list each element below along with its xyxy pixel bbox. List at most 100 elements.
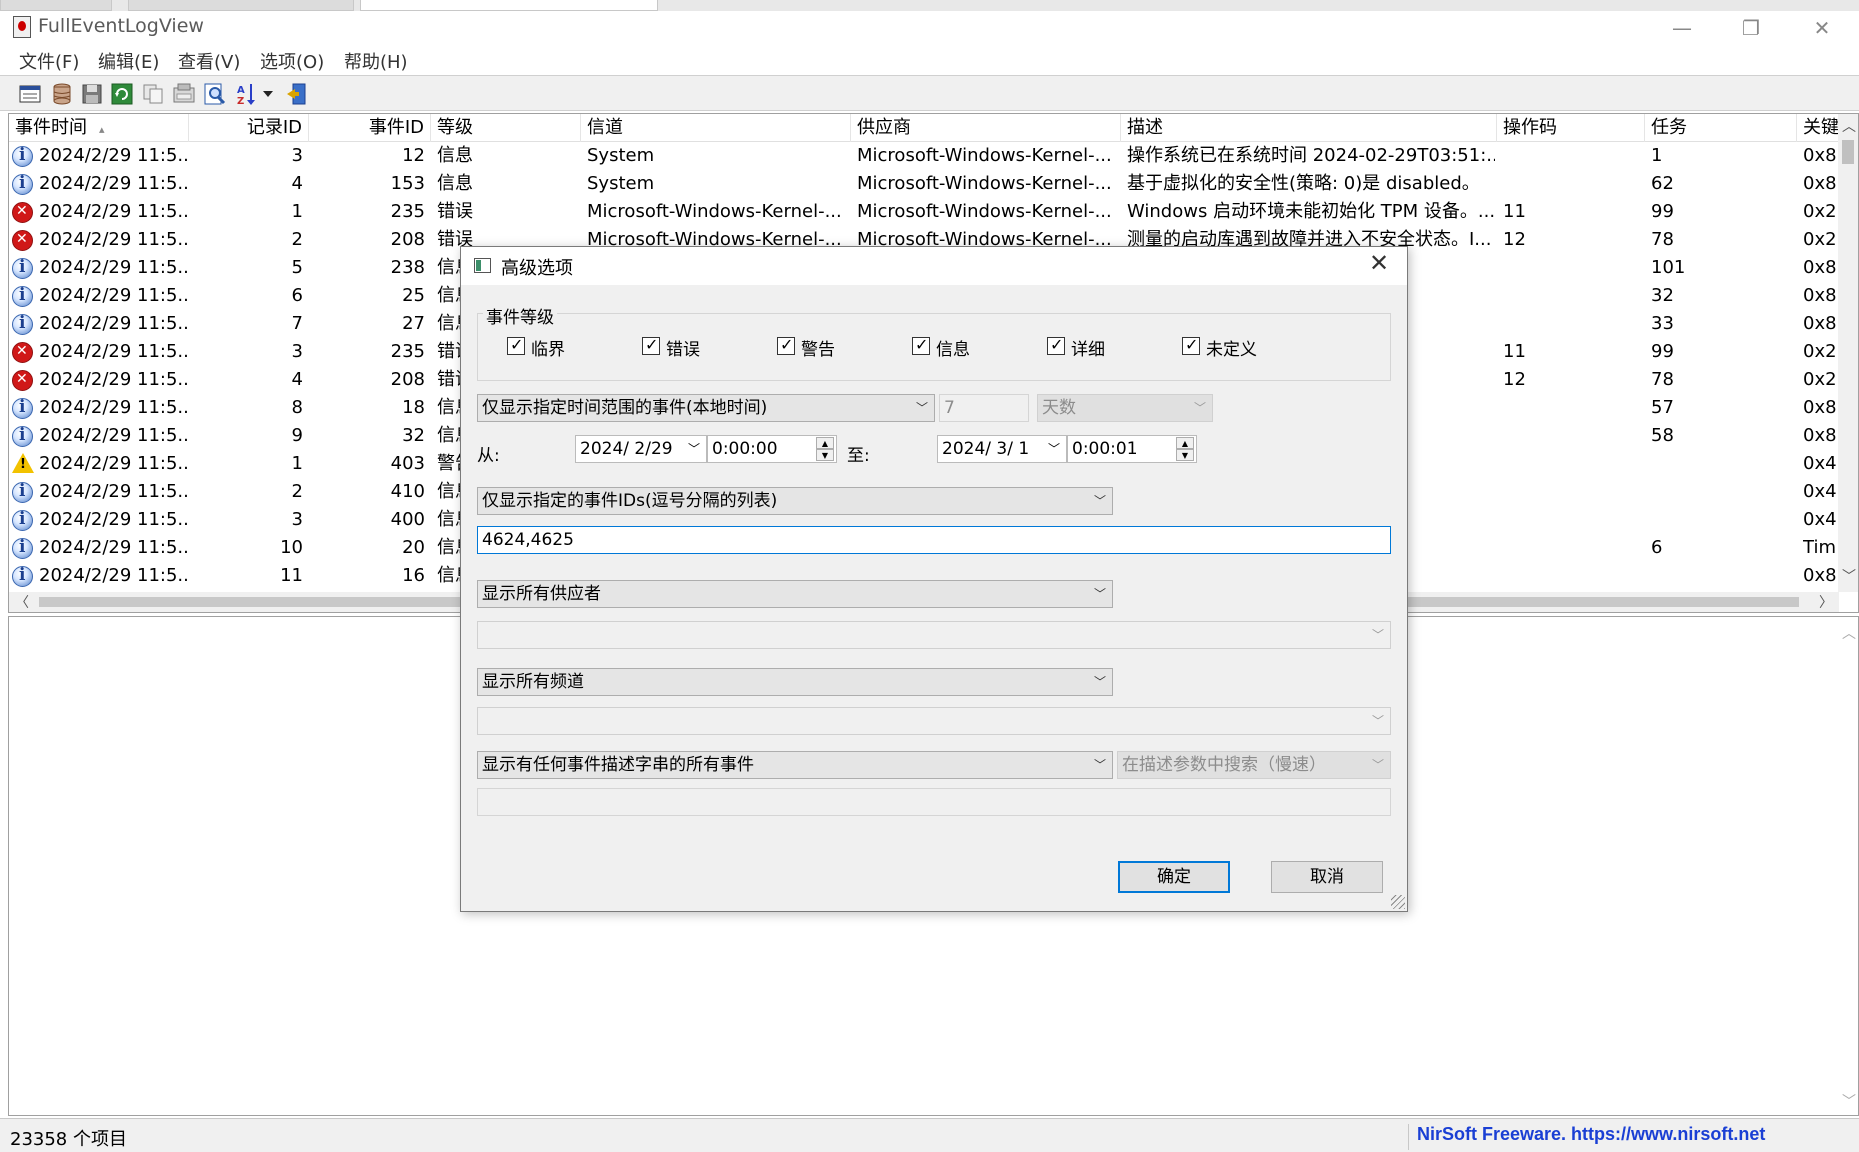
- time-count-input[interactable]: 7: [939, 394, 1029, 422]
- cell-key: 0x8: [1803, 285, 1837, 306]
- copy-icon[interactable]: [141, 82, 165, 106]
- list-vertical-scrollbar[interactable]: ︿ ﹀: [1838, 114, 1858, 592]
- exit-icon[interactable]: [285, 82, 309, 106]
- database-icon[interactable]: [50, 82, 74, 106]
- minimize-button[interactable]: —: [1662, 15, 1702, 41]
- cell-desc: Windows 启动环境未能初始化 TPM 设备。...: [1127, 201, 1495, 222]
- channel-filter-dropdown[interactable]: 显示所有频道 ﹀: [477, 668, 1113, 696]
- scroll-up-icon[interactable]: ︿: [1842, 116, 1856, 136]
- col-event-time[interactable]: 事件时间 ▴: [9, 114, 189, 142]
- provider-filter-dropdown[interactable]: 显示所有供应者 ﹀: [477, 580, 1113, 608]
- tab-3[interactable]: [360, 0, 658, 11]
- col-event-id[interactable]: 事件ID: [309, 114, 431, 142]
- cell-task: 99: [1651, 201, 1674, 222]
- html-report-icon[interactable]: [172, 82, 196, 106]
- provider-value-dropdown[interactable]: ﹀: [477, 621, 1391, 649]
- cell-time: 2024/2/29 11:5...: [39, 229, 189, 250]
- from-date-picker[interactable]: 2024/ 2/29 ﹀: [575, 435, 707, 463]
- app-icon: [13, 16, 31, 38]
- col-task[interactable]: 任务: [1645, 114, 1797, 142]
- to-time-input[interactable]: 0:00:01 ▲ ▼: [1067, 435, 1197, 463]
- cell-opcode: 12: [1503, 229, 1526, 250]
- dialog-close-icon[interactable]: ✕: [1369, 249, 1389, 277]
- close-button[interactable]: ✕: [1802, 15, 1842, 41]
- menu-help[interactable]: 帮助(H): [344, 48, 408, 74]
- nirsoft-link[interactable]: NirSoft Freeware. https://www.nirsoft.ne…: [1408, 1124, 1859, 1150]
- table-row[interactable]: 2024/2/29 11:5... 3 12 信息 System Microsoft-Wi…: [9, 142, 1839, 170]
- sort-icon[interactable]: AZ: [235, 82, 277, 106]
- cell-event: 25: [402, 285, 425, 306]
- description-search-mode-dropdown[interactable]: 在描述参数中搜索（慢速） ﹀: [1117, 751, 1391, 779]
- col-description[interactable]: 描述: [1121, 114, 1497, 142]
- to-date-picker[interactable]: 2024/ 3/ 1 ﹀: [937, 435, 1067, 463]
- menu-file[interactable]: 文件(F): [19, 48, 79, 74]
- cell-level: 信息: [437, 173, 473, 194]
- cell-key: 0x4: [1803, 453, 1837, 474]
- event-id-filter-dropdown[interactable]: 仅显示指定的事件IDs(逗号分隔的列表) ﹀: [477, 487, 1113, 515]
- cell-event: 18: [402, 397, 425, 418]
- menu-edit[interactable]: 编辑(E): [98, 48, 159, 74]
- cell-opcode: [1503, 422, 1643, 450]
- col-provider[interactable]: 供应商: [851, 114, 1121, 142]
- cell-key: 0x8: [1803, 397, 1837, 418]
- properties-icon[interactable]: [18, 82, 42, 106]
- menu-options[interactable]: 选项(O): [260, 48, 324, 74]
- description-text-input[interactable]: [477, 788, 1391, 816]
- cell-task: 58: [1651, 425, 1674, 446]
- cell-key: 0x2: [1803, 201, 1837, 222]
- tab-2[interactable]: [128, 0, 354, 11]
- scroll-right-icon[interactable]: 〉: [1819, 592, 1833, 612]
- checkbox-icon[interactable]: [507, 335, 525, 355]
- col-level[interactable]: 等级: [431, 114, 581, 142]
- checkbox-icon[interactable]: [1047, 335, 1065, 355]
- detail-vertical-scrollbar[interactable]: ︿ ﹀: [1838, 617, 1858, 1115]
- col-record-id[interactable]: 记录ID: [189, 114, 309, 142]
- scroll-left-icon[interactable]: 〈: [15, 592, 29, 612]
- detail-scroll-up-icon[interactable]: ︿: [1842, 623, 1856, 643]
- find-icon[interactable]: [203, 82, 227, 106]
- col-opcode[interactable]: 操作码: [1497, 114, 1645, 142]
- sort-indicator-icon: ▴: [99, 123, 105, 136]
- cell-event: 208: [390, 369, 425, 390]
- chevron-down-icon: ﹀: [915, 401, 928, 415]
- cell-time: 2024/2/29 11:5...: [39, 201, 189, 222]
- scroll-thumb[interactable]: [1842, 140, 1854, 164]
- from-time-input[interactable]: 0:00:00 ▲ ▼: [707, 435, 837, 463]
- cancel-button[interactable]: 取消: [1271, 861, 1383, 893]
- info-icon: [12, 257, 33, 279]
- table-row[interactable]: 2024/2/29 11:5... 1 235 错误 Microsoft-Windows…: [9, 198, 1839, 226]
- info-icon: [12, 145, 33, 167]
- refresh-icon[interactable]: [110, 82, 134, 106]
- from-time-spinner[interactable]: ▲ ▼: [816, 437, 834, 461]
- cell-time: 2024/2/29 11:5...: [39, 369, 189, 390]
- col-channel[interactable]: 信道: [581, 114, 851, 142]
- detail-scroll-down-icon[interactable]: ﹀: [1842, 1091, 1856, 1111]
- cell-provider: Microsoft-Windows-Kernel-...: [857, 173, 1112, 194]
- maximize-button[interactable]: ❐: [1731, 15, 1771, 41]
- event-ids-input[interactable]: 4624,4625: [477, 526, 1391, 554]
- to-time-spinner[interactable]: ▲ ▼: [1176, 437, 1194, 461]
- col-keywords[interactable]: 关键: [1797, 114, 1839, 142]
- cell-record: 6: [291, 285, 303, 306]
- menu-view[interactable]: 查看(V): [178, 48, 240, 74]
- resize-grip-icon[interactable]: [1391, 895, 1405, 909]
- cell-event: 238: [390, 257, 425, 278]
- save-icon[interactable]: [80, 82, 104, 106]
- checkbox-icon[interactable]: [912, 335, 930, 355]
- scroll-down-icon[interactable]: ﹀: [1842, 566, 1856, 586]
- ok-button[interactable]: 确定: [1118, 861, 1230, 893]
- cell-event: 16: [402, 565, 425, 586]
- cell-task: 78: [1651, 369, 1674, 390]
- info-icon: [12, 425, 33, 447]
- time-filter-dropdown[interactable]: 仅显示指定时间范围的事件(本地时间) ﹀: [477, 394, 935, 422]
- channel-value-dropdown[interactable]: ﹀: [477, 707, 1391, 735]
- description-filter-dropdown[interactable]: 显示有任何事件描述字串的所有事件 ﹀: [477, 751, 1113, 779]
- cell-task: 1: [1651, 145, 1663, 166]
- tab-1[interactable]: [0, 0, 112, 11]
- time-unit-dropdown[interactable]: 天数 ﹀: [1037, 394, 1213, 422]
- table-row[interactable]: 2024/2/29 11:5... 4 153 信息 System Microsoft-W…: [9, 170, 1839, 198]
- checkbox-icon[interactable]: [777, 335, 795, 355]
- cell-task: 57: [1651, 397, 1674, 418]
- checkbox-icon[interactable]: [642, 335, 660, 355]
- checkbox-icon[interactable]: [1182, 335, 1200, 355]
